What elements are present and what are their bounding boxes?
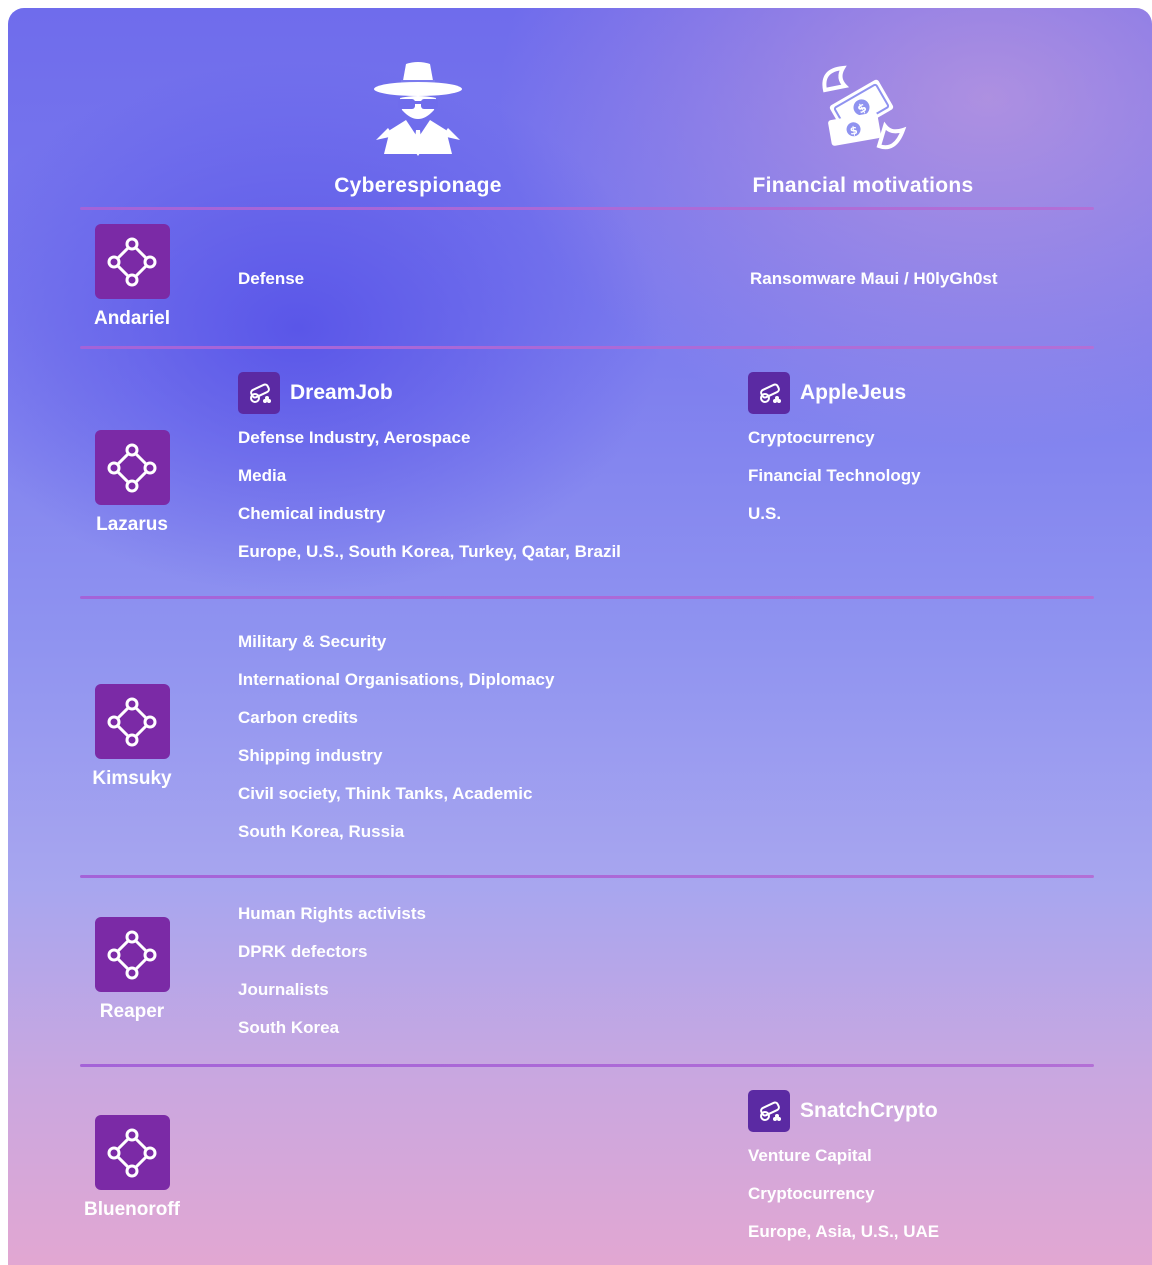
target-item: Shipping industry <box>238 746 383 765</box>
campaign-snatchcrypto: SnatchCrypto <box>748 1089 939 1133</box>
divider <box>80 346 1094 349</box>
andariel-financial-targets: Ransomware Maui / H0lyGh0st <box>750 260 998 298</box>
campaign-name: AppleJeus <box>800 381 907 404</box>
header-title-financial: Financial motivations <box>752 174 974 197</box>
target-item: Civil society, Think Tanks, Academic <box>238 784 533 803</box>
target-item: Cryptocurrency <box>748 428 875 447</box>
target-item: South Korea <box>238 1018 340 1037</box>
cannon-icon <box>748 372 790 414</box>
target-item: Defense <box>238 269 305 288</box>
target-item: Defense Industry, Aerospace <box>238 428 471 447</box>
target-item: Media <box>238 466 287 485</box>
target-item: Ransomware Maui / H0lyGh0st <box>750 269 998 288</box>
target-item: Chemical industry <box>238 504 386 523</box>
andariel-cyber-targets: Defense <box>238 260 304 298</box>
cannon-icon <box>748 1090 790 1132</box>
divider <box>80 875 1094 878</box>
target-item: Journalists <box>238 980 329 999</box>
infographic-card: Cyberespionage $ $ Financial motivations… <box>8 8 1152 1265</box>
reaper-cyber-targets: Human Rights activists DPRK defectors Jo… <box>238 895 426 1047</box>
group-name: Bluenoroff <box>83 1199 181 1220</box>
divider <box>80 207 1094 210</box>
header-cyberespionage: Cyberespionage <box>318 48 518 198</box>
group-name: Andariel <box>93 308 171 329</box>
group-kimsuky: Kimsuky <box>80 684 184 790</box>
target-item: Cryptocurrency <box>748 1184 875 1203</box>
flying-money-icon: $ $ <box>728 48 998 168</box>
group-reaper: Reaper <box>80 917 184 1023</box>
target-item: U.S. <box>748 504 782 523</box>
lazarus-financial-targets: AppleJeus Cryptocurrency Financial Techn… <box>748 371 921 533</box>
group-network-icon <box>94 430 170 505</box>
group-name: Reaper <box>99 1001 165 1022</box>
target-item: South Korea, Russia <box>238 822 405 841</box>
header-title-cyberespionage: Cyberespionage <box>334 174 502 197</box>
lazarus-cyber-targets: DreamJob Defense Industry, Aerospace Med… <box>238 371 621 571</box>
campaign-applejeus: AppleJeus <box>748 371 921 415</box>
cannon-icon <box>238 372 280 414</box>
campaign-name: SnatchCrypto <box>800 1099 938 1122</box>
campaign-dreamjob: DreamJob <box>238 371 621 415</box>
spy-icon <box>318 48 518 168</box>
target-item: Europe, Asia, U.S., UAE <box>748 1222 940 1241</box>
group-name: Lazarus <box>96 514 168 535</box>
target-item: DPRK defectors <box>238 942 368 961</box>
campaign-name: DreamJob <box>290 381 393 404</box>
group-network-icon <box>94 224 170 299</box>
target-item: Financial Technology <box>748 466 921 485</box>
target-item: Carbon credits <box>238 708 358 727</box>
group-network-icon <box>94 917 170 992</box>
kimsuky-cyber-targets: Military & Security International Organi… <box>238 623 554 851</box>
group-bluenoroff: Bluenoroff <box>80 1115 184 1221</box>
target-item: Europe, U.S., South Korea, Turkey, Qatar… <box>238 542 621 561</box>
target-item: Human Rights activists <box>238 904 426 923</box>
group-lazarus: Lazarus <box>80 430 184 536</box>
bluenoroff-financial-targets: SnatchCrypto Venture Capital Cryptocurre… <box>748 1089 939 1251</box>
group-name: Kimsuky <box>92 768 172 789</box>
divider <box>80 1064 1094 1067</box>
group-network-icon <box>94 1115 170 1190</box>
group-network-icon <box>94 684 170 759</box>
header-financial: $ $ Financial motivations <box>728 48 998 198</box>
target-item: International Organisations, Diplomacy <box>238 670 555 689</box>
group-andariel: Andariel <box>80 224 184 330</box>
target-item: Military & Security <box>238 632 387 651</box>
target-item: Venture Capital <box>748 1146 872 1165</box>
divider <box>80 596 1094 599</box>
